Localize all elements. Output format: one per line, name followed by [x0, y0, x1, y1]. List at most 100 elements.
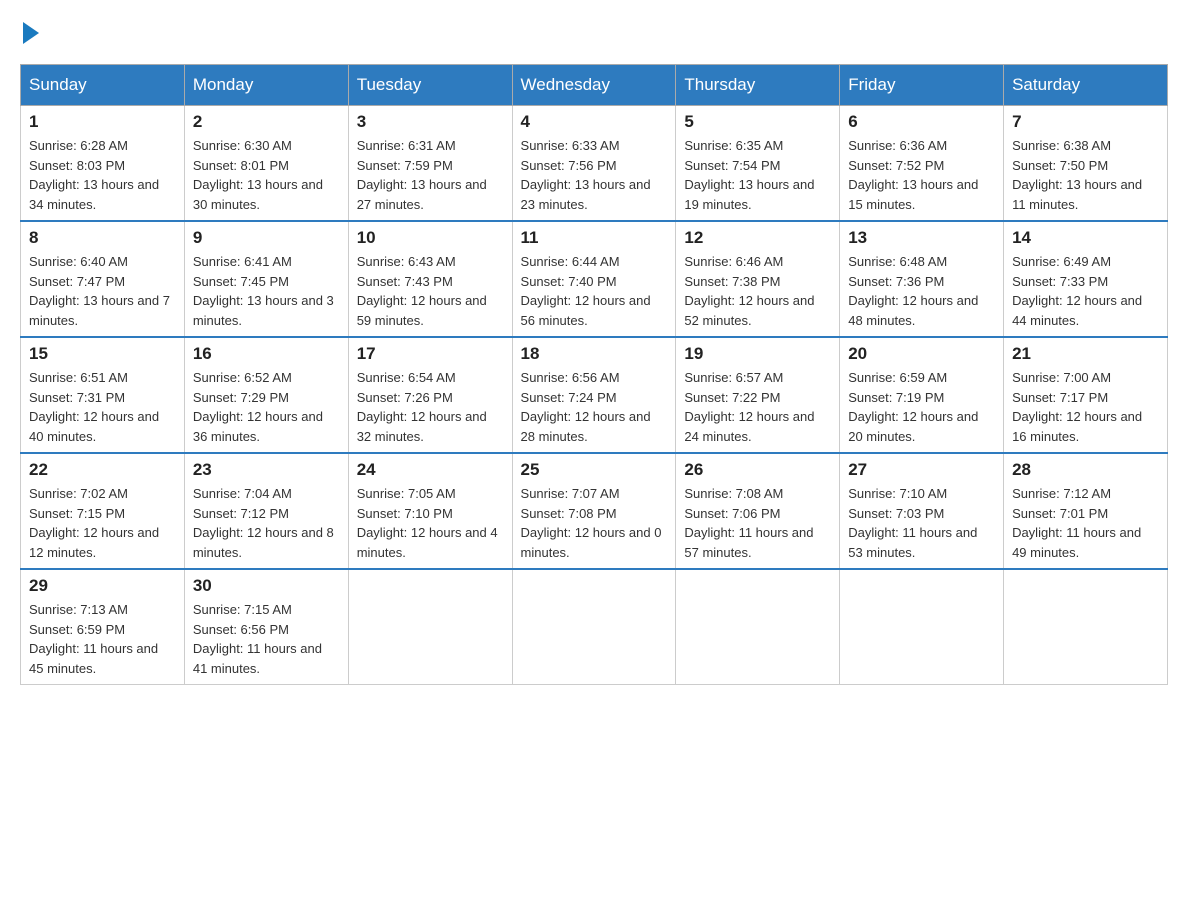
calendar-header-sunday: Sunday — [21, 65, 185, 106]
page-header — [20, 20, 1168, 44]
day-number: 19 — [684, 344, 831, 364]
day-info: Sunrise: 6:56 AMSunset: 7:24 PMDaylight:… — [521, 368, 668, 446]
calendar-cell: 4 Sunrise: 6:33 AMSunset: 7:56 PMDaylight… — [512, 106, 676, 222]
calendar-header-tuesday: Tuesday — [348, 65, 512, 106]
calendar-cell: 9 Sunrise: 6:41 AMSunset: 7:45 PMDaylight… — [184, 221, 348, 337]
calendar-cell: 18 Sunrise: 6:56 AMSunset: 7:24 PMDayligh… — [512, 337, 676, 453]
day-number: 12 — [684, 228, 831, 248]
calendar-cell — [840, 569, 1004, 685]
day-info: Sunrise: 6:41 AMSunset: 7:45 PMDaylight:… — [193, 252, 340, 330]
calendar-cell: 1 Sunrise: 6:28 AMSunset: 8:03 PMDaylight… — [21, 106, 185, 222]
day-info: Sunrise: 6:33 AMSunset: 7:56 PMDaylight:… — [521, 136, 668, 214]
day-number: 26 — [684, 460, 831, 480]
day-number: 15 — [29, 344, 176, 364]
calendar-header-thursday: Thursday — [676, 65, 840, 106]
day-number: 10 — [357, 228, 504, 248]
calendar-cell: 7 Sunrise: 6:38 AMSunset: 7:50 PMDaylight… — [1004, 106, 1168, 222]
day-number: 2 — [193, 112, 340, 132]
calendar-cell — [348, 569, 512, 685]
calendar-header-saturday: Saturday — [1004, 65, 1168, 106]
day-number: 17 — [357, 344, 504, 364]
day-info: Sunrise: 6:54 AMSunset: 7:26 PMDaylight:… — [357, 368, 504, 446]
calendar-cell: 22 Sunrise: 7:02 AMSunset: 7:15 PMDayligh… — [21, 453, 185, 569]
day-info: Sunrise: 6:28 AMSunset: 8:03 PMDaylight:… — [29, 136, 176, 214]
calendar-cell: 12 Sunrise: 6:46 AMSunset: 7:38 PMDayligh… — [676, 221, 840, 337]
calendar-cell: 27Sunrise: 7:10 AMSunset: 7:03 PMDayligh… — [840, 453, 1004, 569]
calendar-cell: 14 Sunrise: 6:49 AMSunset: 7:33 PMDayligh… — [1004, 221, 1168, 337]
day-info: Sunrise: 6:31 AMSunset: 7:59 PMDaylight:… — [357, 136, 504, 214]
day-info: Sunrise: 6:38 AMSunset: 7:50 PMDaylight:… — [1012, 136, 1159, 214]
day-number: 21 — [1012, 344, 1159, 364]
calendar-cell: 16 Sunrise: 6:52 AMSunset: 7:29 PMDayligh… — [184, 337, 348, 453]
day-info: Sunrise: 6:51 AMSunset: 7:31 PMDaylight:… — [29, 368, 176, 446]
day-info: Sunrise: 6:30 AMSunset: 8:01 PMDaylight:… — [193, 136, 340, 214]
calendar-cell: 19 Sunrise: 6:57 AMSunset: 7:22 PMDayligh… — [676, 337, 840, 453]
day-info: Sunrise: 7:05 AMSunset: 7:10 PMDaylight:… — [357, 484, 504, 562]
day-number: 24 — [357, 460, 504, 480]
calendar-week-row: 8 Sunrise: 6:40 AMSunset: 7:47 PMDaylight… — [21, 221, 1168, 337]
day-info: Sunrise: 6:48 AMSunset: 7:36 PMDaylight:… — [848, 252, 995, 330]
calendar-cell: 8 Sunrise: 6:40 AMSunset: 7:47 PMDaylight… — [21, 221, 185, 337]
day-number: 13 — [848, 228, 995, 248]
calendar-cell: 28 Sunrise: 7:12 AMSunset: 7:01 PMDayligh… — [1004, 453, 1168, 569]
day-info: Sunrise: 6:49 AMSunset: 7:33 PMDaylight:… — [1012, 252, 1159, 330]
day-info: Sunrise: 6:44 AMSunset: 7:40 PMDaylight:… — [521, 252, 668, 330]
calendar-week-row: 15 Sunrise: 6:51 AMSunset: 7:31 PMDayligh… — [21, 337, 1168, 453]
calendar-header-wednesday: Wednesday — [512, 65, 676, 106]
calendar-cell: 10 Sunrise: 6:43 AMSunset: 7:43 PMDayligh… — [348, 221, 512, 337]
day-info: Sunrise: 7:08 AMSunset: 7:06 PMDaylight:… — [684, 484, 831, 562]
day-number: 8 — [29, 228, 176, 248]
logo-arrow-icon — [23, 22, 39, 44]
calendar-week-row: 1 Sunrise: 6:28 AMSunset: 8:03 PMDaylight… — [21, 106, 1168, 222]
calendar-cell: 25Sunrise: 7:07 AMSunset: 7:08 PMDayligh… — [512, 453, 676, 569]
day-number: 18 — [521, 344, 668, 364]
day-info: Sunrise: 6:57 AMSunset: 7:22 PMDaylight:… — [684, 368, 831, 446]
calendar-cell: 26 Sunrise: 7:08 AMSunset: 7:06 PMDayligh… — [676, 453, 840, 569]
calendar-cell: 30Sunrise: 7:15 AMSunset: 6:56 PMDayligh… — [184, 569, 348, 685]
day-info: Sunrise: 6:35 AMSunset: 7:54 PMDaylight:… — [684, 136, 831, 214]
day-info: Sunrise: 6:52 AMSunset: 7:29 PMDaylight:… — [193, 368, 340, 446]
day-number: 25 — [521, 460, 668, 480]
calendar-header-row: SundayMondayTuesdayWednesdayThursdayFrid… — [21, 65, 1168, 106]
day-info: Sunrise: 6:40 AMSunset: 7:47 PMDaylight:… — [29, 252, 176, 330]
day-number: 22 — [29, 460, 176, 480]
day-info: Sunrise: 7:10 AMSunset: 7:03 PMDaylight:… — [848, 484, 995, 562]
day-info: Sunrise: 6:36 AMSunset: 7:52 PMDaylight:… — [848, 136, 995, 214]
day-number: 5 — [684, 112, 831, 132]
calendar-cell: 29 Sunrise: 7:13 AMSunset: 6:59 PMDayligh… — [21, 569, 185, 685]
day-number: 6 — [848, 112, 995, 132]
day-info: Sunrise: 6:43 AMSunset: 7:43 PMDaylight:… — [357, 252, 504, 330]
day-info: Sunrise: 7:00 AMSunset: 7:17 PMDaylight:… — [1012, 368, 1159, 446]
calendar-cell — [512, 569, 676, 685]
calendar-cell: 17 Sunrise: 6:54 AMSunset: 7:26 PMDayligh… — [348, 337, 512, 453]
day-info: Sunrise: 7:13 AMSunset: 6:59 PMDaylight:… — [29, 600, 176, 678]
day-number: 3 — [357, 112, 504, 132]
calendar-header-friday: Friday — [840, 65, 1004, 106]
calendar-week-row: 29 Sunrise: 7:13 AMSunset: 6:59 PMDayligh… — [21, 569, 1168, 685]
calendar-cell: 3 Sunrise: 6:31 AMSunset: 7:59 PMDaylight… — [348, 106, 512, 222]
day-number: 7 — [1012, 112, 1159, 132]
day-number: 9 — [193, 228, 340, 248]
calendar-cell: 15 Sunrise: 6:51 AMSunset: 7:31 PMDayligh… — [21, 337, 185, 453]
calendar-cell — [1004, 569, 1168, 685]
day-info: Sunrise: 7:02 AMSunset: 7:15 PMDaylight:… — [29, 484, 176, 562]
day-number: 20 — [848, 344, 995, 364]
day-number: 11 — [521, 228, 668, 248]
day-number: 4 — [521, 112, 668, 132]
day-number: 14 — [1012, 228, 1159, 248]
day-info: Sunrise: 6:46 AMSunset: 7:38 PMDaylight:… — [684, 252, 831, 330]
day-number: 28 — [1012, 460, 1159, 480]
day-number: 30 — [193, 576, 340, 596]
calendar-cell: 2 Sunrise: 6:30 AMSunset: 8:01 PMDaylight… — [184, 106, 348, 222]
calendar-cell: 21 Sunrise: 7:00 AMSunset: 7:17 PMDayligh… — [1004, 337, 1168, 453]
day-number: 1 — [29, 112, 176, 132]
logo — [20, 20, 39, 44]
calendar-week-row: 22 Sunrise: 7:02 AMSunset: 7:15 PMDayligh… — [21, 453, 1168, 569]
day-info: Sunrise: 7:12 AMSunset: 7:01 PMDaylight:… — [1012, 484, 1159, 562]
day-info: Sunrise: 6:59 AMSunset: 7:19 PMDaylight:… — [848, 368, 995, 446]
day-info: Sunrise: 7:04 AMSunset: 7:12 PMDaylight:… — [193, 484, 340, 562]
calendar-cell: 5 Sunrise: 6:35 AMSunset: 7:54 PMDaylight… — [676, 106, 840, 222]
day-number: 29 — [29, 576, 176, 596]
calendar-cell: 11 Sunrise: 6:44 AMSunset: 7:40 PMDayligh… — [512, 221, 676, 337]
day-number: 16 — [193, 344, 340, 364]
